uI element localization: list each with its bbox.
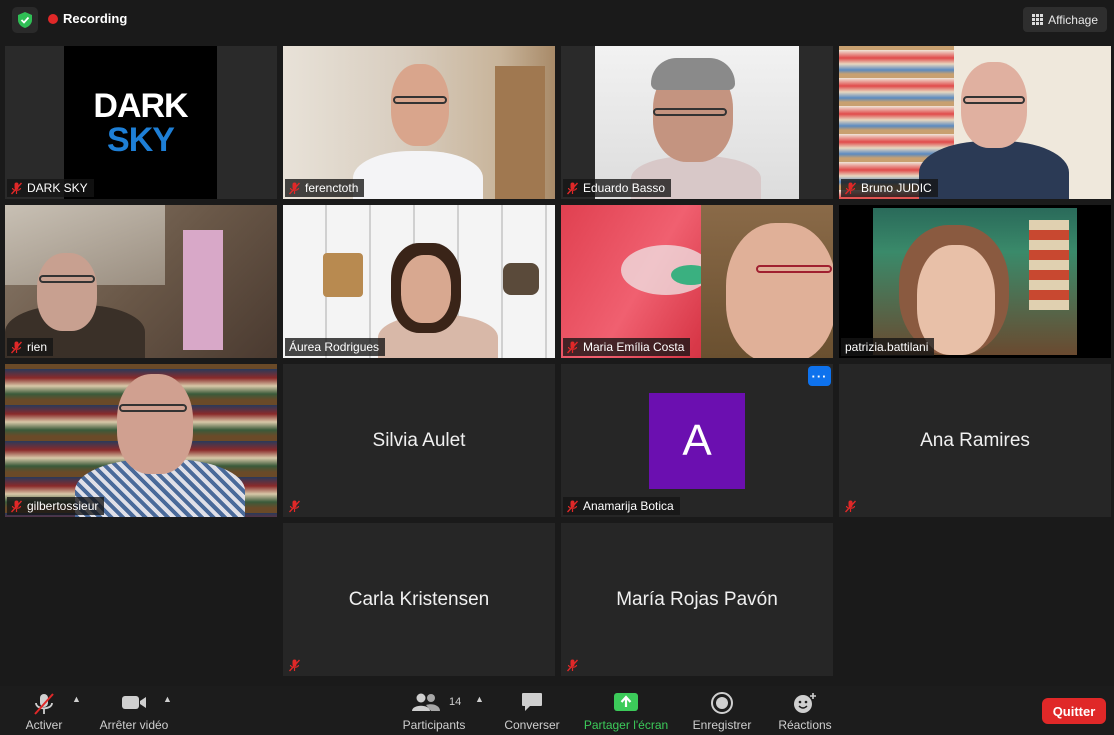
participant-name-tag: ferenctoth	[285, 179, 365, 197]
meeting-toolbar: Activer ▲ Arrêter vidéo ▲ 14 Participant…	[0, 686, 1114, 735]
video-tile-silvia-aulet[interactable]: Silvia Aulet	[283, 364, 555, 517]
participant-mic-tag	[563, 656, 584, 674]
video-tile-anamarija-botica[interactable]: A ··· Anamarija Botica	[561, 364, 833, 517]
participant-name: DARK SKY	[27, 181, 88, 195]
video-tile-eduardo-basso[interactable]: Eduardo Basso	[561, 46, 833, 199]
view-button[interactable]: Affichage	[1023, 7, 1107, 32]
reactions-label: Réactions	[778, 718, 832, 732]
video-tile-maria-emilia-costa[interactable]: Maria Emília Costa	[561, 205, 833, 358]
participant-name: Áurea Rodrigues	[289, 340, 380, 354]
mic-muted-icon	[10, 341, 23, 354]
participant-name-tag: Maria Emília Costa	[563, 338, 691, 356]
stop-video-label: Arrêter vidéo	[99, 718, 169, 732]
mic-muted-icon	[566, 500, 579, 513]
video-tile-carla-kristensen[interactable]: Carla Kristensen	[283, 523, 555, 676]
participant-mic-tag	[285, 497, 306, 515]
participant-display-name: Ana Ramires	[920, 429, 1030, 451]
chat-button[interactable]: Converser	[500, 686, 564, 735]
video-tile-maria-rojas-pavon[interactable]: María Rojas Pavón	[561, 523, 833, 676]
recording-dot-icon	[48, 13, 58, 24]
mic-muted-icon	[288, 659, 301, 672]
mic-muted-icon	[288, 182, 301, 195]
participants-label: Participants	[402, 718, 466, 732]
participants-options-chevron-icon[interactable]: ▲	[475, 694, 484, 704]
participant-name-tag: Anamarija Botica	[563, 497, 680, 515]
mic-muted-icon	[844, 500, 857, 513]
participant-name-tag: Bruno JUDIC	[841, 179, 938, 197]
participant-name-tag: gilbertossieur	[7, 497, 105, 515]
unmute-label: Activer	[25, 718, 63, 732]
video-options-chevron-icon[interactable]: ▲	[163, 694, 172, 704]
video-tile-rien[interactable]: rien	[5, 205, 277, 358]
participant-display-name: María Rojas Pavón	[616, 588, 778, 610]
reactions-button[interactable]: Réactions	[774, 686, 836, 735]
chat-bubble-icon	[521, 692, 543, 715]
record-icon	[711, 692, 733, 717]
unmute-button[interactable]: Activer	[18, 686, 70, 735]
video-camera-icon	[121, 692, 147, 715]
video-tile-aurea-rodrigues[interactable]: Áurea Rodrigues	[283, 205, 555, 358]
participant-mic-tag	[841, 497, 862, 515]
recording-label: Recording	[63, 11, 128, 26]
participants-button[interactable]: 14 Participants	[398, 686, 470, 735]
mic-muted-icon	[566, 659, 579, 672]
participant-display-name: Carla Kristensen	[348, 588, 490, 610]
chat-label: Converser	[504, 718, 560, 732]
mic-muted-icon	[844, 182, 857, 195]
audio-options-chevron-icon[interactable]: ▲	[72, 694, 81, 704]
mic-muted-icon	[10, 182, 23, 195]
video-tile-ana-ramires[interactable]: Ana Ramires	[839, 364, 1111, 517]
share-screen-label: Partager l'écran	[583, 718, 669, 732]
video-tile-ferenctoth[interactable]: ferenctoth	[283, 46, 555, 199]
participant-name-tag: Eduardo Basso	[563, 179, 672, 197]
participant-name: patrizia.battilani	[845, 340, 929, 354]
participants-count: 14	[449, 696, 462, 708]
top-bar: Recording Affichage	[0, 0, 1114, 40]
recording-indicator[interactable]: Recording	[48, 11, 127, 26]
leave-meeting-button[interactable]: Quitter	[1042, 698, 1106, 724]
participant-name-tag: patrizia.battilani	[841, 338, 935, 356]
mic-muted-icon	[566, 182, 579, 195]
avatar: A	[649, 393, 745, 489]
more-options-button[interactable]: ···	[808, 366, 831, 386]
video-tile-gilbertossieur[interactable]: gilbertossieur	[5, 364, 277, 517]
share-screen-button[interactable]: Partager l'écran	[578, 686, 674, 735]
record-label: Enregistrer	[692, 718, 752, 732]
mic-muted-icon	[32, 692, 56, 719]
mic-muted-icon	[10, 500, 23, 513]
participant-mic-tag	[285, 656, 306, 674]
participant-name: Anamarija Botica	[583, 499, 674, 513]
share-screen-icon	[613, 692, 639, 715]
participant-name-tag: DARK SKY	[7, 179, 94, 197]
participants-icon	[412, 692, 440, 715]
mic-muted-icon	[288, 500, 301, 513]
participant-display-name: Silvia Aulet	[372, 429, 466, 451]
video-tile-dark-sky[interactable]: DARK SKY DARK SKY	[5, 46, 277, 199]
emoji-reaction-icon	[793, 692, 817, 717]
participant-name: Bruno JUDIC	[861, 181, 932, 195]
participant-name-tag: rien	[7, 338, 54, 356]
view-button-label: Affichage	[1048, 12, 1098, 27]
participant-name: ferenctoth	[305, 181, 359, 195]
record-button[interactable]: Enregistrer	[688, 686, 756, 735]
participant-name: Eduardo Basso	[583, 181, 666, 195]
participant-name: gilbertossieur	[27, 499, 99, 513]
dark-sky-logo: DARK SKY	[64, 46, 217, 199]
participant-name: Maria Emília Costa	[583, 340, 685, 354]
video-tile-bruno-judic[interactable]: Bruno JUDIC	[839, 46, 1111, 199]
participant-name-tag: Áurea Rodrigues	[285, 338, 386, 356]
participant-name: rien	[27, 340, 48, 354]
security-shield-icon[interactable]	[12, 7, 38, 33]
video-tile-patrizia-battilani[interactable]: patrizia.battilani	[839, 205, 1111, 358]
stop-video-button[interactable]: Arrêter vidéo	[94, 686, 174, 735]
grid-view-icon	[1032, 14, 1044, 25]
mic-muted-icon	[566, 341, 579, 354]
